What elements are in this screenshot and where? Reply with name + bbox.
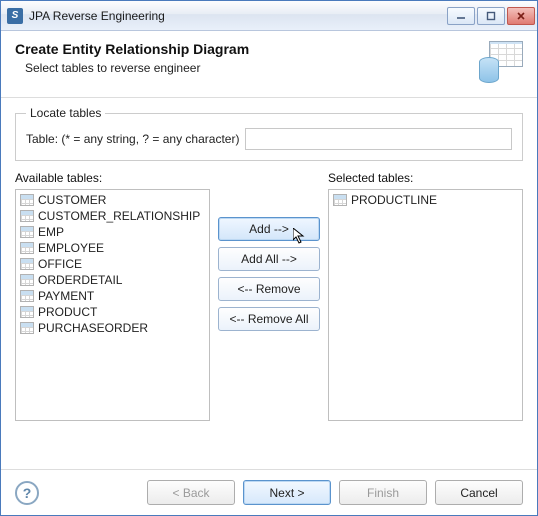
list-item-label: PURCHASEORDER [38, 321, 148, 335]
page-title: Create Entity Relationship Diagram [15, 41, 475, 57]
table-icon [20, 226, 34, 238]
finish-button-label: Finish [367, 486, 399, 500]
remove-all-button[interactable]: <-- Remove All [218, 307, 320, 331]
filter-input[interactable] [245, 128, 512, 150]
selected-listbox[interactable]: PRODUCTLINE [328, 189, 523, 421]
filter-label: Table: (* = any string, ? = any characte… [26, 132, 239, 146]
selected-column: Selected tables: PRODUCTLINE [328, 171, 523, 421]
list-item[interactable]: CUSTOMER_RELATIONSHIP [18, 208, 207, 224]
remove-button-label: <-- Remove [237, 282, 300, 296]
selected-label: Selected tables: [328, 171, 523, 185]
remove-all-button-label: <-- Remove All [229, 312, 308, 326]
list-item-label: OFFICE [38, 257, 82, 271]
titlebar: S JPA Reverse Engineering [1, 1, 537, 31]
close-icon [516, 11, 526, 21]
list-item[interactable]: EMPLOYEE [18, 240, 207, 256]
available-column: Available tables: CUSTOMER CUSTOMER_RELAT… [15, 171, 210, 421]
back-button[interactable]: < Back [147, 480, 235, 505]
next-button-label: Next > [269, 486, 304, 500]
wizard-banner: Create Entity Relationship Diagram Selec… [1, 31, 537, 98]
banner-icon [475, 41, 523, 83]
dialog-window: S JPA Reverse Engineering Create Entity … [0, 0, 538, 516]
wizard-footer: ? < Back Next > Finish Cancel [1, 469, 537, 515]
list-item[interactable]: OFFICE [18, 256, 207, 272]
transfer-lists: Available tables: CUSTOMER CUSTOMER_RELAT… [15, 171, 523, 459]
list-item[interactable]: CUSTOMER [18, 192, 207, 208]
add-all-button-label: Add All --> [241, 252, 297, 266]
list-item[interactable]: PRODUCT [18, 304, 207, 320]
list-item-label: PAYMENT [38, 289, 94, 303]
app-icon: S [7, 8, 23, 24]
cancel-button[interactable]: Cancel [435, 480, 523, 505]
maximize-icon [486, 11, 496, 21]
list-item-label: PRODUCTLINE [351, 193, 437, 207]
list-item[interactable]: ORDERDETAIL [18, 272, 207, 288]
list-item-label: EMPLOYEE [38, 241, 104, 255]
next-button[interactable]: Next > [243, 480, 331, 505]
cancel-button-label: Cancel [460, 486, 497, 500]
add-button[interactable]: Add --> [218, 217, 320, 241]
list-item[interactable]: PURCHASEORDER [18, 320, 207, 336]
table-icon [20, 290, 34, 302]
available-label: Available tables: [15, 171, 210, 185]
table-icon [20, 258, 34, 270]
list-item-label: EMP [38, 225, 64, 239]
close-button[interactable] [507, 7, 535, 25]
table-icon [20, 242, 34, 254]
table-icon [20, 306, 34, 318]
transfer-buttons: Add --> Add All --> <-- Remove <-- Remov… [218, 171, 320, 331]
add-all-button[interactable]: Add All --> [218, 247, 320, 271]
cursor-icon [293, 228, 309, 244]
database-cylinder-icon [479, 57, 499, 83]
window-controls [447, 7, 535, 25]
available-listbox[interactable]: CUSTOMER CUSTOMER_RELATIONSHIP EMP EMPLOYEE… [15, 189, 210, 421]
table-icon [333, 194, 347, 206]
list-item[interactable]: PAYMENT [18, 288, 207, 304]
list-item-label: PRODUCT [38, 305, 97, 319]
table-icon [20, 274, 34, 286]
table-icon [20, 322, 34, 334]
list-item[interactable]: PRODUCTLINE [331, 192, 520, 208]
minimize-icon [456, 11, 466, 21]
page-subtitle: Select tables to reverse engineer [25, 61, 475, 75]
add-button-label: Add --> [249, 222, 289, 236]
minimize-button[interactable] [447, 7, 475, 25]
list-item-label: CUSTOMER_RELATIONSHIP [38, 209, 200, 223]
table-icon [20, 210, 34, 222]
finish-button[interactable]: Finish [339, 480, 427, 505]
list-item[interactable]: EMP [18, 224, 207, 240]
table-icon [20, 194, 34, 206]
locate-legend: Locate tables [26, 106, 105, 120]
window-title: JPA Reverse Engineering [29, 9, 447, 23]
help-button[interactable]: ? [15, 481, 39, 505]
locate-tables-group: Locate tables Table: (* = any string, ? … [15, 106, 523, 161]
list-item-label: CUSTOMER [38, 193, 106, 207]
list-item-label: ORDERDETAIL [38, 273, 122, 287]
maximize-button[interactable] [477, 7, 505, 25]
content-area: Locate tables Table: (* = any string, ? … [1, 98, 537, 469]
remove-button[interactable]: <-- Remove [218, 277, 320, 301]
back-button-label: < Back [172, 486, 209, 500]
